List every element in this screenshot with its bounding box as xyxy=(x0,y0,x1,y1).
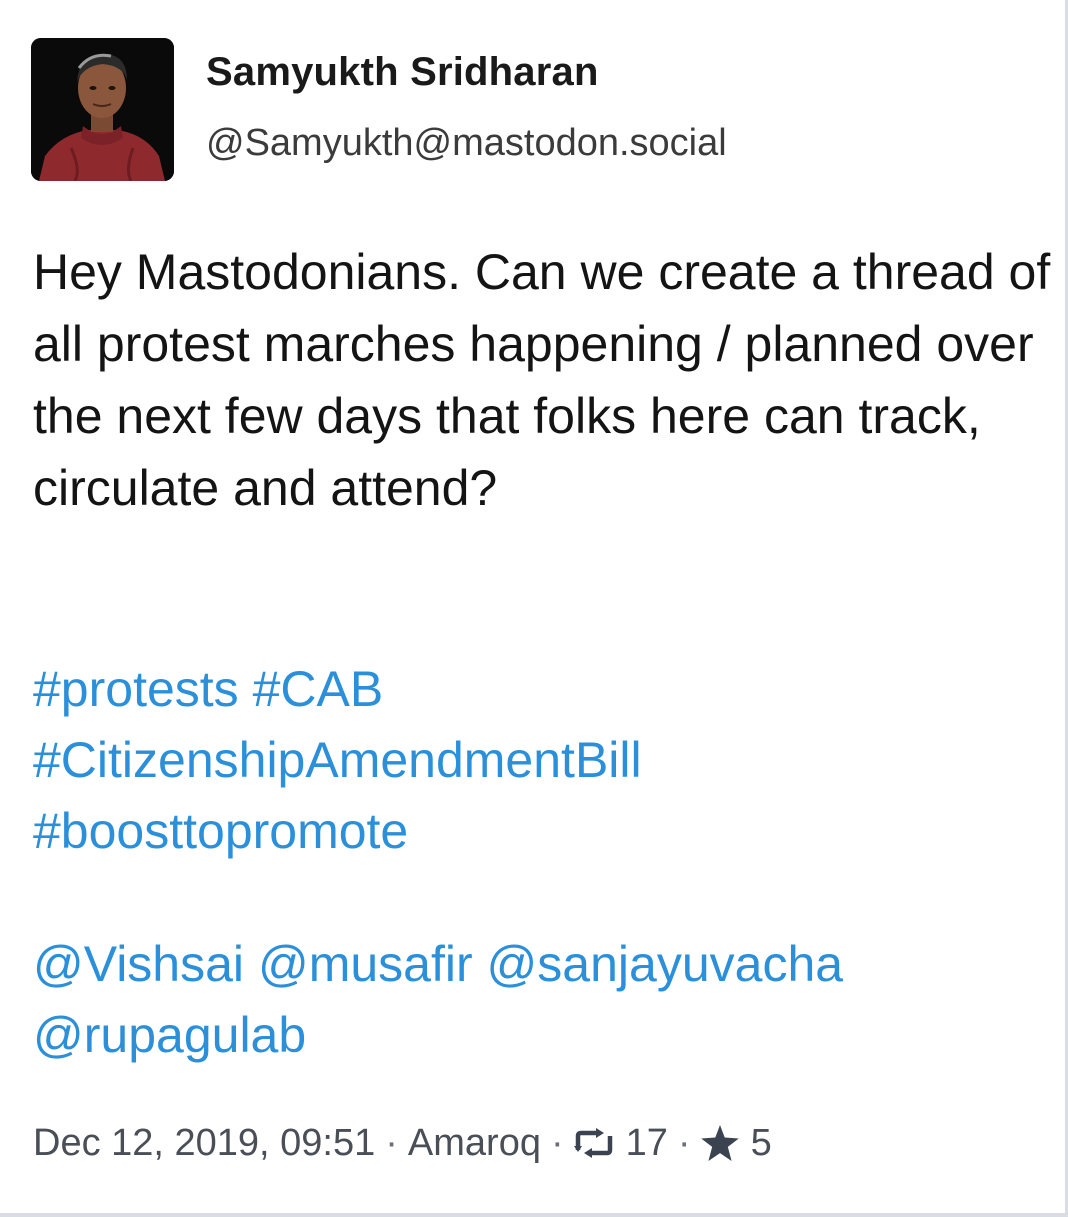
account-handle[interactable]: @Samyukth@mastodon.social xyxy=(206,122,727,165)
hashtag-list: #protests #CAB #CitizenshipAmendmentBill… xyxy=(33,654,1053,867)
mention-link-rupagulab[interactable]: @rupagulab xyxy=(33,1007,306,1063)
hashtag-link-protests[interactable]: #protests xyxy=(33,661,239,717)
status-paragraph: Hey Mastodonians. Can we create a thread… xyxy=(33,244,1051,516)
star-icon[interactable] xyxy=(700,1125,739,1161)
status-content: Hey Mastodonians. Can we create a thread… xyxy=(33,236,1053,524)
meta-separator: · xyxy=(550,1121,564,1164)
status-meta: Dec 12, 2019, 09:51 · Amaroq · 17 · 5 xyxy=(33,1118,772,1168)
mention-list: @Vishsai @musafir @sanjayuvacha @rupagul… xyxy=(33,929,1053,1071)
mention-link-sanjayuvacha[interactable]: @sanjayuvacha xyxy=(487,936,844,992)
status-timestamp[interactable]: Dec 12, 2019, 09:51 xyxy=(33,1122,375,1165)
hashtag-line: #protests #CAB xyxy=(33,654,1053,725)
hashtag-link-citizenship-amendment-bill[interactable]: #CitizenshipAmendmentBill xyxy=(33,732,642,788)
mention-link-vishsai[interactable]: @Vishsai xyxy=(33,936,244,992)
hashtag-line: #CitizenshipAmendmentBill xyxy=(33,725,1053,796)
meta-separator: · xyxy=(385,1121,398,1164)
hashtag-line: #boosttopromote xyxy=(33,796,1053,867)
mention-line: @rupagulab xyxy=(33,1000,1053,1071)
favourite-count: 5 xyxy=(750,1121,772,1164)
client-name: Amaroq xyxy=(407,1121,541,1164)
hashtag-link-boosttopromote[interactable]: #boosttopromote xyxy=(33,803,408,859)
avatar[interactable] xyxy=(31,38,174,181)
meta-separator: · xyxy=(677,1121,691,1164)
hashtag-link-cab[interactable]: #CAB xyxy=(253,661,384,717)
boost-icon[interactable] xyxy=(573,1128,614,1158)
mention-link-musafir[interactable]: @musafir xyxy=(258,936,473,992)
display-name[interactable]: Samyukth Sridharan xyxy=(206,50,599,95)
boost-count: 17 xyxy=(625,1121,668,1164)
mention-line: @Vishsai @musafir @sanjayuvacha xyxy=(33,929,1053,1000)
status-card[interactable]: Samyukth Sridharan @Samyukth@mastodon.so… xyxy=(0,0,1068,1217)
